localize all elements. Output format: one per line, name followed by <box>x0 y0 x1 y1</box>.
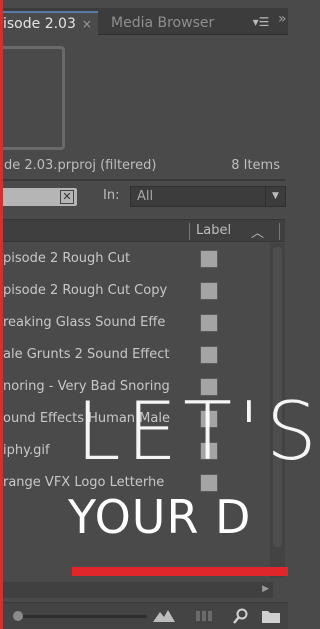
list-item[interactable]: reaking Glass Sound Effe <box>3 307 268 339</box>
column-header-label[interactable]: Label <box>196 223 231 238</box>
panel-menu-icon[interactable]: ▾☰ <box>249 13 273 31</box>
tab-project-label: isode 2.03 <box>3 16 76 32</box>
overlay-title-text: LET'S <box>76 385 320 478</box>
zoom-mountains-icon[interactable] <box>153 608 175 626</box>
project-filename: de 2.03.prproj (filtered) <box>4 158 157 173</box>
list-header: Label ︿ <box>3 219 285 242</box>
search-input[interactable]: ✕ <box>3 188 77 206</box>
project-info: de 2.03.prproj (filtered) 8 Items <box>4 158 284 178</box>
list-item[interactable]: ale Grunts 2 Sound Effect <box>3 339 268 371</box>
zoom-slider-handle[interactable] <box>13 611 23 621</box>
scroll-right-icon[interactable]: ▶ <box>262 584 269 594</box>
tab-media-browser[interactable]: Media Browser <box>103 11 233 35</box>
bottom-toolbar <box>3 602 288 629</box>
item-name: ale Grunts 2 Sound Effect <box>3 347 170 362</box>
overlay-subtitle-text: YOUR D <box>68 490 252 544</box>
item-name: pisode 2 Rough Cut Copy <box>3 283 168 298</box>
automate-to-sequence-icon[interactable] <box>196 608 216 626</box>
tab-project[interactable]: isode 2.03 × <box>3 11 98 35</box>
label-color-swatch[interactable] <box>200 346 218 364</box>
overlay-red-rule <box>72 567 288 576</box>
clear-search-icon[interactable]: ✕ <box>60 190 74 204</box>
tab-media-browser-label: Media Browser <box>111 15 215 31</box>
search-icon[interactable] <box>233 608 249 626</box>
in-dropdown[interactable]: All ▼ <box>130 186 286 207</box>
item-name: reaking Glass Sound Effe <box>3 315 166 330</box>
new-bin-icon[interactable] <box>261 608 281 626</box>
close-icon[interactable]: × <box>82 17 92 31</box>
column-divider[interactable] <box>279 223 280 240</box>
list-item[interactable]: pisode 2 Rough Cut <box>3 243 268 275</box>
sort-ascending-icon[interactable]: ︿ <box>251 222 264 241</box>
preview-thumbnail <box>3 46 65 150</box>
panel-tab-bar: isode 2.03 × Media Browser ▾☰ » <box>3 8 288 35</box>
horizontal-scrollbar[interactable]: ▶ <box>3 582 273 598</box>
list-item[interactable]: pisode 2 Rough Cut Copy <box>3 275 268 307</box>
chevron-down-icon[interactable]: ▼ <box>265 187 285 206</box>
in-label: In: <box>103 188 120 203</box>
column-divider[interactable] <box>189 223 190 240</box>
label-color-swatch[interactable] <box>200 314 218 332</box>
zoom-slider-track[interactable] <box>17 615 147 618</box>
tab-overflow-icon[interactable]: » <box>278 11 287 27</box>
divider <box>3 179 285 181</box>
label-color-swatch[interactable] <box>200 250 218 268</box>
label-color-swatch[interactable] <box>200 282 218 300</box>
item-name: pisode 2 Rough Cut <box>3 251 131 266</box>
item-count: 8 Items <box>231 158 280 173</box>
in-dropdown-value: All <box>137 189 154 204</box>
